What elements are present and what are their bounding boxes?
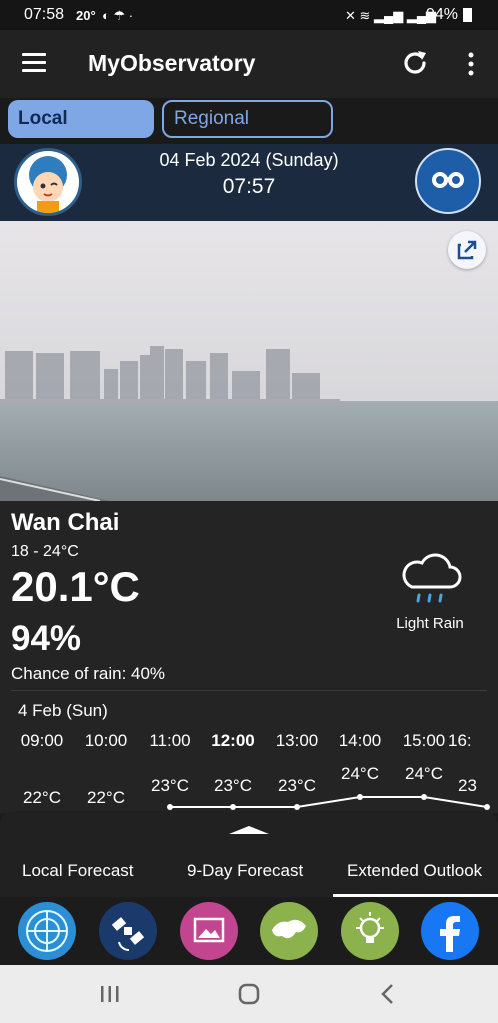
back-icon[interactable] [380,983,396,1005]
battery-icon [463,8,472,22]
location-name[interactable]: Wan Chai [11,509,119,537]
forecast-hour: 11:00 [149,731,191,750]
battery-level: 94% [426,6,459,23]
forecast-hour-current: 12:00 [211,731,255,750]
forecast-hour: 15:00 [402,731,446,750]
current-weather-panel: Wan Chai 18 - 24°C 20.1°C 94% Chance of … [0,501,498,813]
status-app-icons: ◐ ☂ · [102,8,134,23]
forecast-hour: 10:00 [84,731,128,750]
current-temperature: 20.1°C [11,563,140,610]
forecast-temp: 23°C [214,776,252,795]
my-weather-observation-logo[interactable] [415,148,481,214]
temperature-range: 18 - 24°C [11,543,79,560]
forecast-temp: 22°C [87,788,125,807]
forecast-temp: 22°C [23,788,61,807]
tab-9-day-forecast[interactable]: 9-Day Forecast [187,861,303,881]
system-nav-bar [0,965,498,1023]
hamburger-icon[interactable] [22,53,46,73]
open-external-icon[interactable] [448,231,486,269]
forecast-sheet: Local Forecast 9-Day Forecast Extended O… [0,811,498,897]
forecast-hour: 09:00 [20,731,64,750]
refresh-icon[interactable] [400,48,430,78]
forecast-hour: 13:00 [275,731,319,750]
forecast-temp: 23°C [278,776,316,795]
recent-apps-icon[interactable] [99,984,121,1004]
map-icon[interactable] [260,902,318,960]
divider [11,690,487,691]
current-humidity: 94% [11,619,82,658]
forecast-hour: 14:00 [338,731,382,750]
status-time: 07:58 [24,6,65,23]
tab-local-forecast[interactable]: Local Forecast [22,861,134,881]
radar-icon[interactable] [18,902,76,960]
tips-bulb-icon[interactable] [341,902,399,960]
satellite-icon[interactable] [99,902,157,960]
weather-tabs: Local Weather Regional Weather [0,98,498,167]
status-bar: 07:58 20° ◐ ☂ · ✕ ≋ ▂▄▆ ▂▄▆ 94% [0,0,498,30]
forecast-hour: 16: [448,731,472,750]
forecast-temp: 24°C [405,764,443,783]
forecast-day: 4 Feb (Sun) [18,701,108,720]
date-header: 04 Feb 2024 (Sunday) 07:57 [0,144,498,221]
more-vertical-icon[interactable] [466,52,476,76]
weather-camera-photo[interactable] [0,221,498,501]
light-rain-icon [402,553,462,603]
forecast-temp: 24°C [341,764,379,783]
chance-of-rain: Chance of rain: 40% [11,664,166,683]
app-bar: MyObservatory [0,30,498,98]
tab-local-weather[interactable]: Local Weather [8,100,154,167]
home-icon[interactable] [238,983,260,1005]
forecast-temp: 23 [458,776,477,795]
forecast-temp: 23°C [151,776,189,795]
tab-regional-weather[interactable]: Regional Weather [162,100,333,163]
gallery-icon[interactable] [180,902,238,960]
shortcut-bar [0,897,498,965]
status-temp: 20° [76,8,96,23]
weather-condition: Light Rain [396,615,464,632]
expand-handle-icon[interactable] [227,824,271,836]
tab-extended-outlook[interactable]: Extended Outlook [347,861,482,881]
app-title: MyObservatory [88,50,256,76]
mute-wifi-signal-icons: ✕ ≋ ▂▄▆ ▂▄▆ [345,8,437,23]
facebook-icon[interactable] [421,902,479,960]
